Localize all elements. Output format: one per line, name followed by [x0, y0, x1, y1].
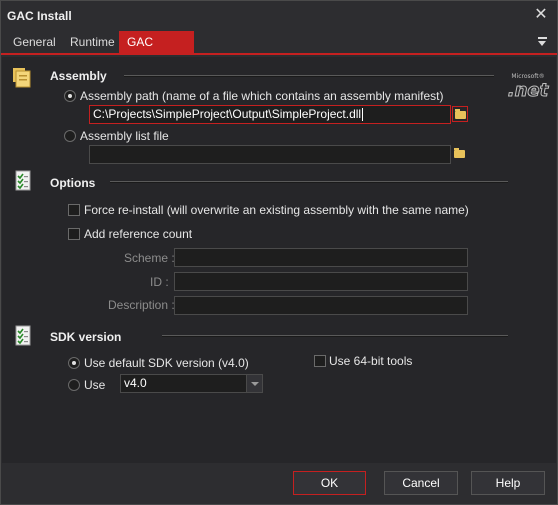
close-icon[interactable]: ✕	[531, 5, 551, 25]
assembly-separator	[124, 75, 494, 77]
tab-general[interactable]: General	[5, 31, 64, 53]
assembly-section-title: Assembly	[50, 69, 107, 83]
folder-open-icon	[454, 148, 465, 158]
dotnet-logo-icon: Microsoft® .net	[507, 73, 550, 100]
sdk-default-label: Use default SDK version (v4.0)	[84, 356, 249, 370]
use-64bit-label: Use 64-bit tools	[329, 354, 413, 368]
assembly-path-radio[interactable]	[64, 90, 76, 102]
checklist-icon	[15, 170, 31, 191]
window-title: GAC Install	[7, 9, 72, 23]
assembly-folder-icon	[13, 68, 31, 88]
tab-strip: General Runtime GAC Install	[1, 31, 557, 71]
options-section-title: Options	[50, 176, 96, 190]
scheme-input[interactable]	[174, 248, 468, 267]
svg-text:.net: .net	[508, 80, 550, 100]
ok-button[interactable]: OK	[293, 471, 366, 495]
assembly-path-label: Assembly path (name of a file which cont…	[80, 89, 444, 103]
gac-install-dialog: GAC Install ✕ General Runtime GAC Instal…	[0, 0, 558, 505]
options-separator	[110, 181, 508, 183]
id-input[interactable]	[174, 272, 468, 291]
svg-text:Microsoft®: Microsoft®	[511, 73, 544, 80]
force-reinstall-checkbox[interactable]	[68, 204, 80, 216]
force-reinstall-label: Force re-install (will overwrite an exis…	[84, 203, 469, 217]
sdk-separator	[162, 335, 508, 337]
assembly-path-input[interactable]: C:\Projects\SimpleProject\Output\SimpleP…	[89, 105, 451, 124]
assembly-list-browse-button[interactable]	[452, 146, 468, 162]
sdk-section-title: SDK version	[50, 330, 122, 344]
sdk-use-radio[interactable]	[68, 379, 80, 391]
sdk-version-select[interactable]: v4.0	[120, 374, 263, 393]
assembly-path-value: C:\Projects\SimpleProject\Output\SimpleP…	[93, 107, 362, 121]
text-caret	[362, 108, 364, 122]
assembly-list-label: Assembly list file	[80, 129, 169, 143]
assembly-list-input[interactable]	[89, 145, 451, 164]
dialog-footer: OK Cancel Help	[2, 463, 556, 504]
tab-runtime[interactable]: Runtime	[62, 31, 123, 53]
sdk-use-label: Use	[84, 378, 106, 392]
use-64bit-checkbox[interactable]	[314, 355, 326, 367]
tab-gac-install[interactable]: GAC Install	[119, 31, 194, 71]
help-button[interactable]: Help	[471, 471, 545, 495]
sdk-version-value: v4.0	[124, 376, 147, 390]
add-refcount-checkbox[interactable]	[68, 228, 80, 240]
assembly-list-radio[interactable]	[64, 130, 76, 142]
id-label: ID :	[150, 275, 169, 289]
chevron-down-icon[interactable]	[246, 375, 262, 392]
description-input[interactable]	[174, 296, 468, 315]
sdk-default-radio[interactable]	[68, 357, 80, 369]
title-bar: GAC Install ✕	[1, 1, 557, 31]
menu-dropdown-icon[interactable]	[537, 35, 549, 49]
cancel-button[interactable]: Cancel	[384, 471, 458, 495]
assembly-path-browse-button[interactable]	[452, 106, 468, 122]
folder-open-icon	[455, 109, 466, 119]
description-label: Description :	[108, 298, 175, 312]
sdk-checklist-icon	[15, 325, 31, 346]
scheme-label: Scheme :	[124, 251, 175, 265]
add-refcount-label: Add reference count	[84, 227, 193, 241]
content-panel: Assembly Microsoft® .net Assembly path (…	[2, 57, 556, 463]
